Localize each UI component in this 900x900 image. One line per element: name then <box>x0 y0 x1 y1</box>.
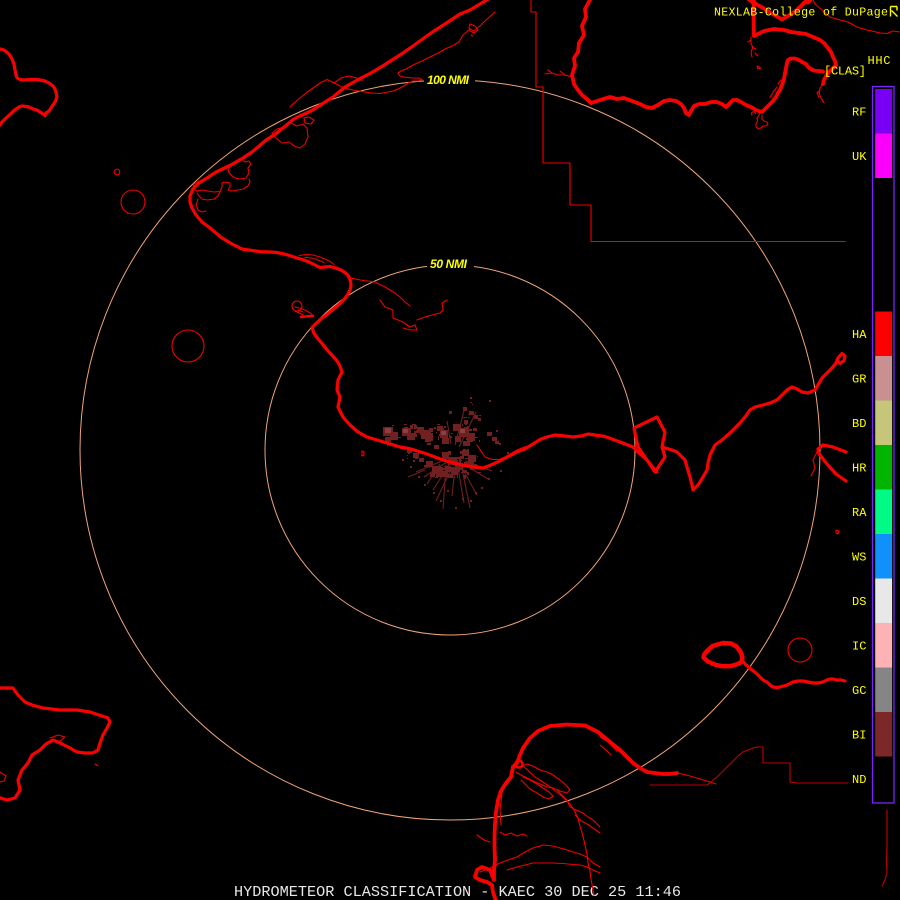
svg-text:RA: RA <box>852 506 867 520</box>
svg-text:100 NMI: 100 NMI <box>427 73 470 87</box>
svg-text:BI: BI <box>852 729 866 743</box>
svg-text:HR: HR <box>852 462 866 476</box>
svg-text:ND: ND <box>852 773 866 787</box>
svg-text:HYDROMETEOR CLASSIFICATION - K: HYDROMETEOR CLASSIFICATION - KAEC 30 DEC… <box>234 883 681 900</box>
svg-text:HA: HA <box>852 328 867 342</box>
svg-text:NEXLAB-College of DuPage: NEXLAB-College of DuPage <box>714 7 888 20</box>
svg-text:GC: GC <box>852 684 866 698</box>
svg-text:IC: IC <box>852 640 866 654</box>
svg-text:UK: UK <box>852 150 867 164</box>
svg-text:WS: WS <box>852 551 866 565</box>
svg-text:[CLAS]: [CLAS] <box>824 65 866 79</box>
svg-text:GR: GR <box>852 373 866 387</box>
svg-text:50 NMI: 50 NMI <box>430 257 468 271</box>
svg-text:BD: BD <box>852 417 866 431</box>
svg-text:DS: DS <box>852 595 866 609</box>
svg-text:RF: RF <box>852 106 866 120</box>
svg-text:HHC: HHC <box>868 54 891 68</box>
